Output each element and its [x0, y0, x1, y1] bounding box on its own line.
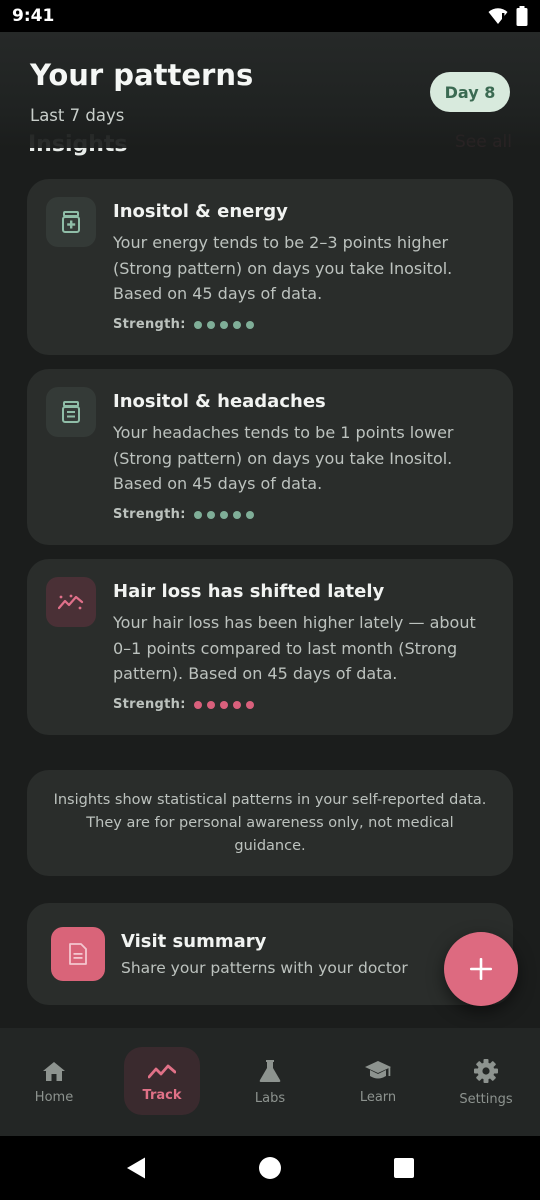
nav-item-settings[interactable]: Settings [432, 1028, 540, 1136]
page-title: Your patterns [30, 58, 254, 92]
disclaimer-text: Insights show statistical patterns in yo… [53, 791, 487, 854]
strength-dot [245, 510, 254, 519]
nav-item-learn[interactable]: Learn [324, 1028, 432, 1136]
document-icon [51, 927, 105, 981]
insight-title: Inositol & energy [113, 201, 288, 222]
trend-icon [46, 577, 96, 627]
visit-summary-title: Visit summary [121, 931, 267, 952]
medication-icon [46, 387, 96, 437]
status-icons [488, 6, 528, 26]
recents-icon[interactable] [393, 1157, 415, 1179]
nav-label: Track [142, 1087, 182, 1103]
gear-icon [473, 1058, 499, 1084]
strength-dot [232, 510, 241, 519]
strength-dot [193, 510, 202, 519]
status-bar: 9:41 [0, 0, 540, 32]
strength-dot [232, 320, 241, 329]
wifi-icon [488, 8, 508, 24]
insight-body: Your headaches tends to be 1 points lowe… [113, 423, 454, 493]
insight-card[interactable]: Inositol & headaches Your headaches tend… [27, 369, 513, 545]
disclaimer-card: Insights show statistical patterns in yo… [27, 770, 513, 876]
app-screen: 9:41 Insights See all [0, 0, 540, 1200]
home-icon [42, 1060, 66, 1082]
nav-item-home[interactable]: Home [0, 1028, 108, 1136]
insight-card[interactable]: Hair loss has shifted lately Your hair l… [27, 559, 513, 735]
nav-item-track[interactable]: Track [108, 1028, 216, 1136]
bottom-nav: Home Track Labs Learn Settings [0, 1028, 540, 1136]
strength-dot [193, 320, 202, 329]
insight-body: Your hair loss has been higher lately — … [113, 613, 476, 683]
system-nav-bar [0, 1136, 540, 1200]
strength-dot [206, 700, 215, 709]
flask-icon [258, 1059, 282, 1083]
nav-label: Learn [359, 1089, 397, 1105]
strength-dot [245, 700, 254, 709]
trend-icon [148, 1062, 176, 1080]
strength-dot [206, 510, 215, 519]
strength-dot [193, 700, 202, 709]
strength-label: Strength: [113, 697, 186, 712]
insight-title: Hair loss has shifted lately [113, 581, 385, 602]
insight-card[interactable]: Inositol & energy Your energy tends to b… [27, 179, 513, 355]
strength-dots [193, 510, 254, 519]
insight-strength: Strength: [113, 697, 254, 712]
strength-dots [193, 700, 254, 709]
add-button[interactable] [444, 932, 518, 1006]
plus-icon [470, 958, 492, 980]
insight-body: Your energy tends to be 2–3 points highe… [113, 233, 453, 303]
strength-dot [232, 700, 241, 709]
status-time: 9:41 [12, 6, 55, 26]
strength-dot [219, 700, 228, 709]
insight-strength: Strength: [113, 507, 254, 522]
page-header: Your patterns Last 7 days Day 8 [0, 32, 540, 148]
insight-strength: Strength: [113, 317, 254, 332]
nav-label: Labs [254, 1090, 286, 1106]
medication-icon [46, 197, 96, 247]
nav-label: Home [34, 1089, 74, 1105]
visit-summary-subtitle: Share your patterns with your doctor [121, 959, 408, 977]
scroll-content[interactable]: Insights See all Inositol & energy Your … [0, 32, 540, 1028]
back-icon[interactable] [125, 1156, 147, 1180]
graduation-cap-icon [364, 1060, 392, 1082]
nav-label: Settings [459, 1091, 513, 1107]
strength-dot [245, 320, 254, 329]
strength-label: Strength: [113, 317, 186, 332]
visit-summary-card[interactable]: Visit summary Share your patterns with y… [27, 903, 513, 1005]
strength-dot [206, 320, 215, 329]
nav-item-labs[interactable]: Labs [216, 1028, 324, 1136]
home-circle-icon[interactable] [258, 1156, 282, 1180]
strength-dots [193, 320, 254, 329]
strength-dot [219, 510, 228, 519]
strength-dot [219, 320, 228, 329]
day-badge: Day 8 [430, 72, 510, 112]
insight-title: Inositol & headaches [113, 391, 326, 412]
strength-label: Strength: [113, 507, 186, 522]
page-subtitle: Last 7 days [30, 106, 125, 125]
battery-icon [516, 6, 528, 26]
